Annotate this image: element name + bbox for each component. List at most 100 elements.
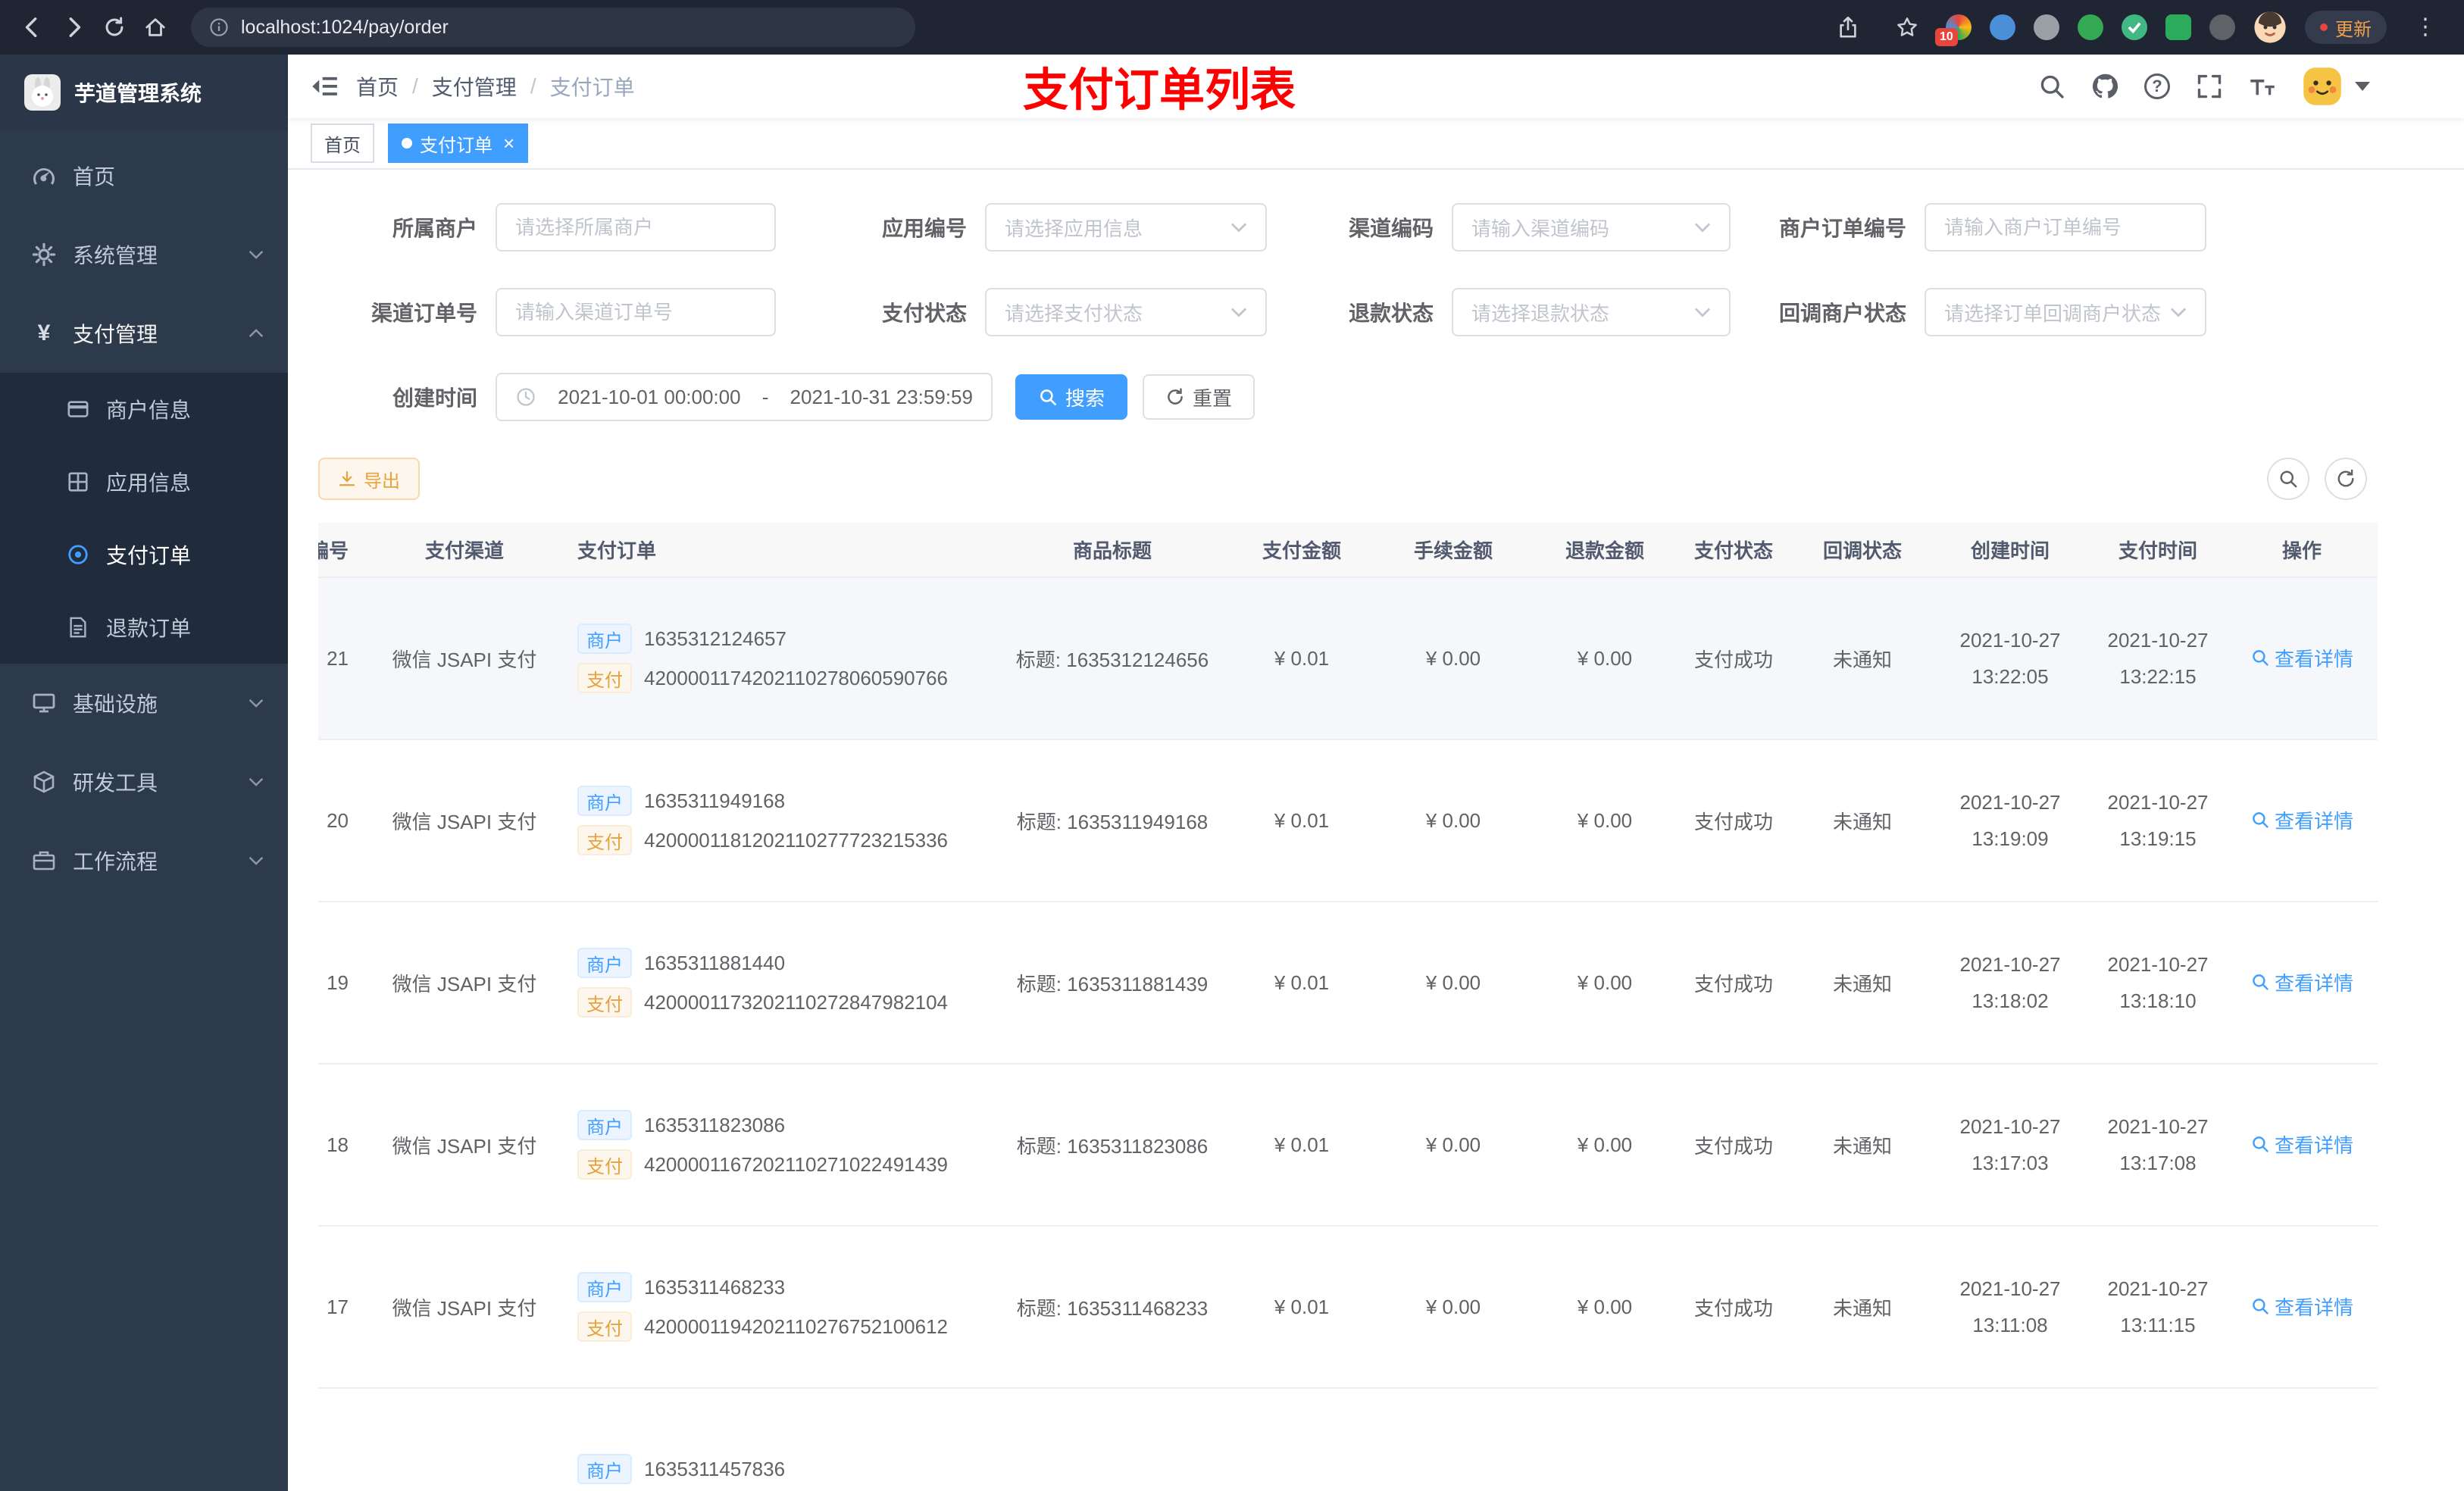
browser-back-button[interactable] xyxy=(12,7,53,48)
browser-forward-button[interactable] xyxy=(53,7,94,48)
github-icon[interactable] xyxy=(2091,73,2118,100)
pay-tag: 支付 xyxy=(577,825,632,855)
extension-colorful-icon[interactable]: 10 xyxy=(1935,14,1972,46)
toggle-search-button[interactable] xyxy=(2267,458,2309,500)
cell-refund-amount: ¥ 0.00 xyxy=(1537,739,1673,902)
sidebar-item-merchant-info[interactable]: 商户信息 xyxy=(0,373,288,445)
site-info-icon[interactable] xyxy=(209,17,229,37)
cell-pay-status: 支付成功 xyxy=(1673,902,1794,1064)
cell-id: 21 xyxy=(318,577,370,740)
sidebar-item-pay-order[interactable]: 支付订单 xyxy=(0,518,288,591)
app-title: 芋道管理系统 xyxy=(74,82,202,105)
share-icon[interactable] xyxy=(1828,7,1868,48)
view-detail-link[interactable]: 查看详情 xyxy=(2250,1130,2353,1158)
font-size-icon[interactable] xyxy=(2249,73,2276,100)
user-avatar[interactable] xyxy=(2302,66,2343,107)
tab-pay-order[interactable]: 支付订单 × xyxy=(388,123,529,163)
cell-id xyxy=(318,1388,370,1491)
breadcrumb-pay-management[interactable]: 支付管理 xyxy=(432,71,517,102)
extension-blue-icon[interactable] xyxy=(1990,14,2015,40)
extension-check-icon[interactable] xyxy=(2122,14,2147,40)
cell-pay-amount: ¥ 0.01 xyxy=(1234,577,1370,740)
breadcrumb-separator: / xyxy=(530,74,536,98)
avatar-caret-icon[interactable] xyxy=(2355,82,2370,91)
sidebar-item-payment[interactable]: ¥ 支付管理 xyxy=(0,294,288,373)
extension-dark-icon[interactable] xyxy=(2209,14,2235,40)
sidebar-item-workflow[interactable]: 工作流程 xyxy=(0,821,288,900)
browser-reload-button[interactable] xyxy=(94,7,135,48)
sidebar-item-label: 支付订单 xyxy=(106,544,192,567)
create-time-range-picker[interactable]: 2021-10-01 00:00:00 - 2021-10-31 23:59:5… xyxy=(496,373,993,421)
sidebar-item-home[interactable]: 首页 xyxy=(0,136,288,215)
cell-create-time: 2021-10-27 13:19:09 xyxy=(1931,739,2090,902)
merchant-filter-label: 所属商户 xyxy=(392,217,477,240)
sidebar-item-label: 应用信息 xyxy=(106,471,192,495)
cell-id: 20 xyxy=(318,739,370,902)
cell-refund-amount: ¥ 0.00 xyxy=(1537,902,1673,1064)
header-pay-time: 支付时间 xyxy=(2090,523,2226,578)
select-placeholder: 请选择订单回调商户状态 xyxy=(1944,302,2162,325)
browser-update-button[interactable]: 更新 xyxy=(2305,11,2387,44)
app-no-filter-label: 应用编号 xyxy=(881,217,967,240)
extension-green-icon[interactable] xyxy=(2078,14,2103,40)
view-detail-link[interactable]: 查看详情 xyxy=(2250,806,2353,834)
cell-fee-amount: ¥ 0.00 xyxy=(1370,1064,1537,1227)
browser-profile-avatar[interactable] xyxy=(2253,11,2287,44)
merchant-order-no-filter-input[interactable] xyxy=(1925,203,2206,252)
cell-product-title: 标题: 1635311823086 xyxy=(991,1064,1234,1227)
pay-status-filter-select[interactable]: 请选择支付状态 xyxy=(985,288,1267,336)
browser-menu-icon[interactable]: ⋮ xyxy=(2405,7,2446,48)
app-logo[interactable]: 芋道管理系统 xyxy=(0,55,288,130)
date-range-separator: - xyxy=(761,385,769,408)
sidebar-item-system[interactable]: 系统管理 xyxy=(0,215,288,294)
extension-gray-icon[interactable] xyxy=(2034,14,2059,40)
cell-product-title: 标题: 1635311949168 xyxy=(991,739,1234,902)
view-detail-link[interactable]: 查看详情 xyxy=(2250,968,2353,996)
notify-status-filter-select[interactable]: 请选择订单回调商户状态 xyxy=(1925,288,2206,336)
search-icon[interactable] xyxy=(2038,73,2065,100)
channel-code-filter-select[interactable]: 请输入渠道编码 xyxy=(1452,203,1731,252)
sidebar-item-label: 研发工具 xyxy=(73,771,158,795)
cell-pay-amount: ¥ 0.01 xyxy=(1234,739,1370,902)
cell-refund-amount: ¥ 0.00 xyxy=(1537,577,1673,740)
order-row: 18 微信 JSAPI 支付 商户 1635311823086 支付 4200001167… xyxy=(318,1064,2378,1227)
view-detail-link[interactable]: 查看详情 xyxy=(2250,644,2353,672)
fullscreen-icon[interactable] xyxy=(2196,73,2223,100)
sidebar-item-refund-order[interactable]: 退款订单 xyxy=(0,591,288,664)
view-detail-link[interactable]: 查看详情 xyxy=(2250,1293,2353,1321)
pay-tag: 支付 xyxy=(577,1149,632,1180)
bookmark-star-icon[interactable] xyxy=(1887,7,1928,48)
refresh-table-button[interactable] xyxy=(2325,458,2367,500)
tags-view-bar: 首页 支付订单 × xyxy=(288,118,2464,170)
export-button[interactable]: 导出 xyxy=(318,458,420,500)
cell-pay-time: 2021-10-27 13:22:15 xyxy=(2090,577,2226,740)
breadcrumb-home[interactable]: 首页 xyxy=(356,71,399,102)
sidebar-item-dev-tools[interactable]: 研发工具 xyxy=(0,742,288,821)
reset-button[interactable]: 重置 xyxy=(1143,374,1255,420)
merchant-filter-input[interactable] xyxy=(496,203,776,252)
sidebar-item-infrastructure[interactable]: 基础设施 xyxy=(0,664,288,742)
cell-actions: 查看详情 xyxy=(2226,902,2378,1064)
channel-order-no-filter-input[interactable] xyxy=(496,288,776,336)
cell-pay-time xyxy=(2090,1388,2226,1491)
refund-status-filter-select[interactable]: 请选择退款状态 xyxy=(1452,288,1731,336)
tab-home[interactable]: 首页 xyxy=(311,123,374,163)
close-icon[interactable]: × xyxy=(503,133,514,153)
cell-create-time: 2021-10-27 13:18:02 xyxy=(1931,902,2090,1064)
help-icon[interactable]: ? xyxy=(2144,73,2170,99)
header-id: 编号 xyxy=(318,523,370,578)
sidebar-menu: 首页 系统管理 ¥ 支付管理 商户信息 应用信息 支付订单 退款订单 基础设施 … xyxy=(0,130,288,900)
search-button[interactable]: 搜索 xyxy=(1015,374,1128,420)
header-fee-amount: 手续金额 xyxy=(1370,523,1537,578)
extension-green-square-icon[interactable] xyxy=(2165,14,2191,40)
cell-actions: 查看详情 xyxy=(2226,1064,2378,1227)
sidebar-toggle-button[interactable] xyxy=(288,55,356,118)
cell-id: 19 xyxy=(318,902,370,1064)
sidebar-item-app-info[interactable]: 应用信息 xyxy=(0,445,288,518)
browser-home-button[interactable] xyxy=(135,7,176,48)
merchant-tag: 商户 xyxy=(577,624,632,654)
sidebar-item-label: 商户信息 xyxy=(106,399,192,422)
merchant-order-no: 1635311468233 xyxy=(644,1275,786,1299)
app-no-filter-select[interactable]: 请选择应用信息 xyxy=(985,203,1267,252)
address-bar[interactable]: localhost:1024/pay/order xyxy=(191,8,915,47)
